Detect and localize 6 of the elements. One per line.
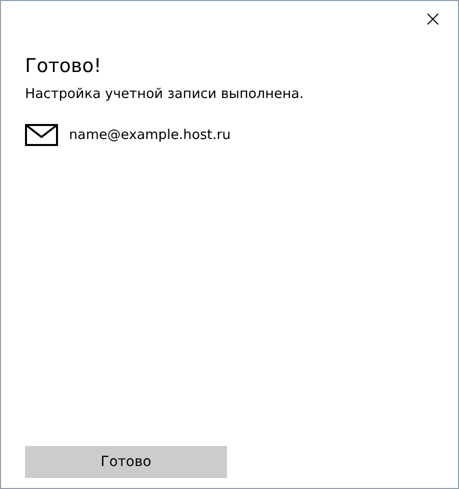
envelope-icon	[25, 124, 58, 146]
done-button[interactable]: Готово	[25, 446, 227, 478]
status-message: Настройка учетной записи выполнена.	[25, 86, 305, 102]
close-button[interactable]: ×	[418, 5, 448, 35]
account-email: name@example.host.ru	[69, 127, 231, 143]
dialog-title: Готово!	[25, 55, 102, 77]
